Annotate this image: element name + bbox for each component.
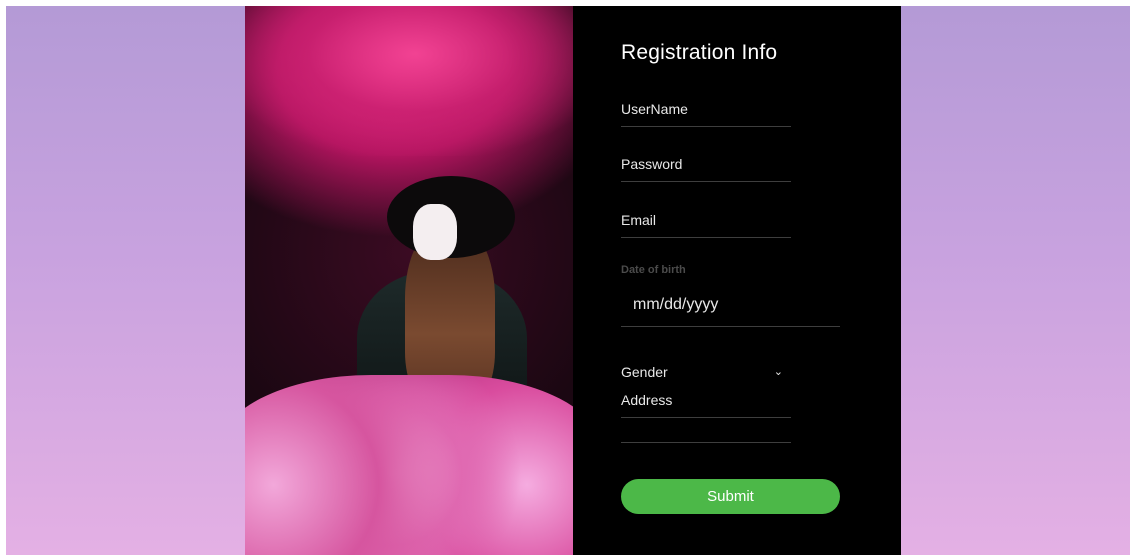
- email-placeholder: Email: [621, 212, 657, 228]
- dob-placeholder: mm/dd/yyyy: [633, 296, 719, 313]
- address-field-line-2[interactable]: [621, 420, 791, 443]
- page-background: Registration Info UserName Password Emai…: [6, 6, 1130, 555]
- pink-smoke-top: [245, 6, 573, 156]
- dob-field[interactable]: mm/dd/yyyy: [621, 290, 840, 327]
- gender-selected-value: Gender: [621, 364, 668, 380]
- submit-button[interactable]: Submit: [621, 479, 840, 514]
- gender-select[interactable]: Gender ⌄: [621, 361, 791, 383]
- chevron-down-icon: ⌄: [773, 366, 783, 378]
- address-field[interactable]: Address: [621, 389, 791, 418]
- email-field[interactable]: Email: [621, 209, 791, 238]
- username-field[interactable]: UserName: [621, 98, 791, 127]
- password-placeholder: Password: [621, 156, 683, 172]
- password-field[interactable]: Password: [621, 153, 791, 182]
- address-placeholder: Address: [621, 392, 673, 408]
- hero-photo: [245, 6, 573, 555]
- registration-form: Registration Info UserName Password Emai…: [573, 6, 901, 555]
- dob-label: Date of birth: [621, 264, 686, 276]
- form-title: Registration Info: [621, 41, 778, 64]
- pink-smoke-bottom: [245, 375, 573, 555]
- registration-card: Registration Info UserName Password Emai…: [245, 6, 901, 555]
- username-placeholder: UserName: [621, 101, 688, 117]
- person-hand: [413, 204, 457, 260]
